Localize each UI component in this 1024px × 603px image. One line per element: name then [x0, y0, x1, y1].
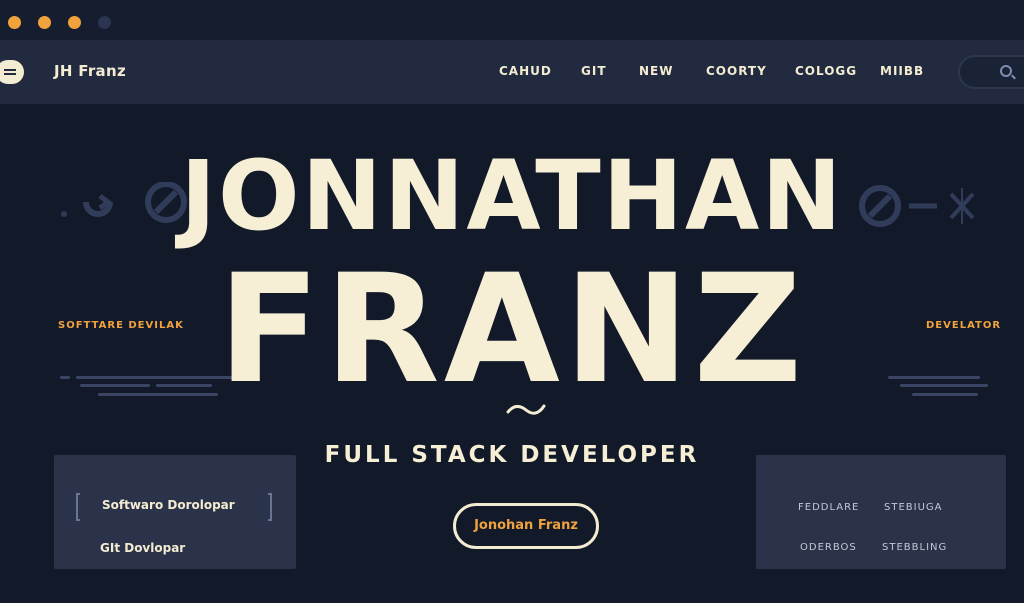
window-extra-dot	[98, 16, 111, 29]
hero-first-name: JONNATHAN	[180, 140, 844, 252]
roles-card-item: GIt Dovlopar	[100, 541, 186, 555]
window-close-dot[interactable]	[8, 16, 21, 29]
search-icon	[1000, 65, 1012, 77]
nav-link-2[interactable]: GIT	[581, 64, 607, 78]
skill-tag: FEDDLARE	[798, 502, 860, 513]
nav-link-4[interactable]: COORTY	[706, 64, 767, 78]
bracket-decoration	[268, 493, 272, 521]
cta-button[interactable]: Jonohan Franz	[453, 503, 599, 549]
roles-card-item: Softwaro Dorolopar	[102, 498, 235, 512]
search-input[interactable]	[958, 55, 1024, 89]
skill-tag: ODERBOS	[800, 542, 857, 553]
nav-link-3[interactable]: NEW	[639, 64, 673, 78]
roles-card: Softwaro Dorolopar GIt Dovlopar	[54, 455, 296, 569]
page: JH Franz CAHUD GIT NEW COORTY COLOGG MII…	[0, 0, 1024, 603]
bracket-decoration	[76, 493, 80, 521]
tilde-icon	[506, 404, 546, 415]
nav-link-5[interactable]: COLOGG	[795, 64, 857, 78]
window-titlebar	[0, 0, 1024, 40]
window-maximize-dot[interactable]	[68, 16, 81, 29]
nav-link-1[interactable]: CAHUD	[499, 64, 552, 78]
skill-tag: STEBIUGA	[884, 502, 943, 513]
hero-last-name: FRANZ	[217, 243, 807, 417]
top-navbar: JH Franz CAHUD GIT NEW COORTY COLOGG MII…	[0, 40, 1024, 104]
nav-links: CAHUD GIT NEW COORTY COLOGG MIIBB	[0, 64, 1024, 82]
skills-card: FEDDLARE STEBIUGA ODERBOS STEBBLING	[756, 455, 1006, 569]
nav-link-6[interactable]: MIIBB	[880, 64, 924, 78]
window-minimize-dot[interactable]	[38, 16, 51, 29]
skill-tag: STEBBLING	[882, 542, 948, 553]
